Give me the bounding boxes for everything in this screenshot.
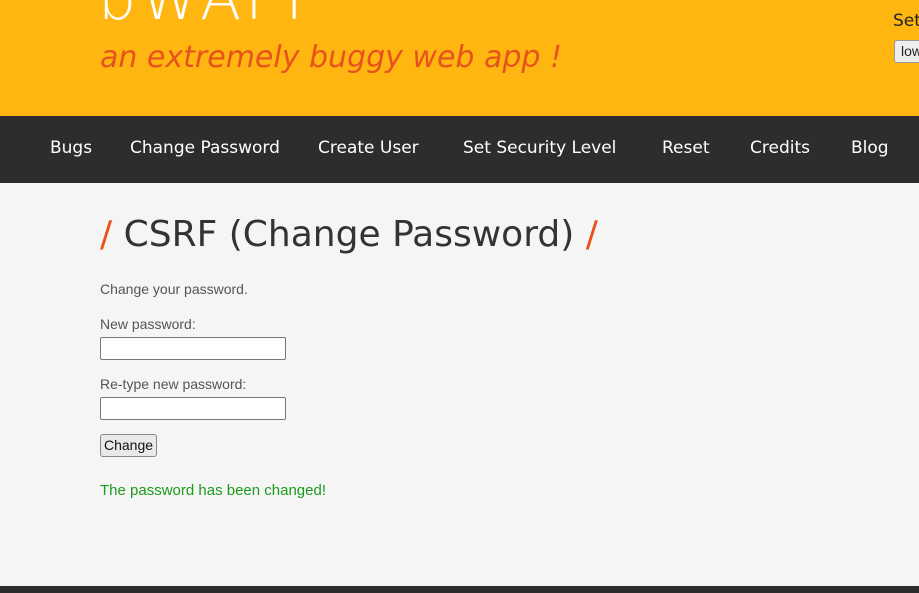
intro-text: Change your password.: [100, 281, 248, 297]
new-password-label: New password:: [100, 316, 196, 332]
nav-item-credits[interactable]: Credits: [750, 138, 810, 158]
main-content: / CSRF (Change Password) / Change your p…: [0, 183, 919, 586]
change-button[interactable]: Change: [100, 434, 157, 457]
footer-bar: [0, 586, 919, 593]
nav-item-change-password[interactable]: Change Password: [130, 138, 280, 158]
page-title: / CSRF (Change Password) /: [100, 214, 598, 255]
header: bWAPP an extremely buggy web app ! Set l…: [0, 0, 919, 116]
security-level-select[interactable]: low: [894, 40, 919, 63]
nav-item-bugs[interactable]: Bugs: [50, 138, 92, 158]
retype-password-input[interactable]: [100, 397, 286, 420]
main-nav: Bugs Change Password Create User Set Sec…: [0, 116, 919, 183]
security-level-label: Set: [893, 11, 919, 31]
nav-item-reset[interactable]: Reset: [662, 138, 710, 158]
nav-item-blog[interactable]: Blog: [851, 138, 889, 158]
title-slash-left: /: [100, 214, 113, 255]
nav-item-set-security-level[interactable]: Set Security Level: [463, 138, 616, 158]
title-text: CSRF (Change Password): [123, 214, 575, 255]
retype-password-label: Re-type new password:: [100, 376, 247, 392]
app-tagline: an extremely buggy web app !: [100, 40, 563, 75]
title-slash-right: /: [585, 214, 598, 255]
app-logo: bWAPP: [98, 0, 326, 34]
new-password-input[interactable]: [100, 337, 286, 360]
nav-item-create-user[interactable]: Create User: [318, 138, 419, 158]
status-message: The password has been changed!: [100, 482, 326, 499]
